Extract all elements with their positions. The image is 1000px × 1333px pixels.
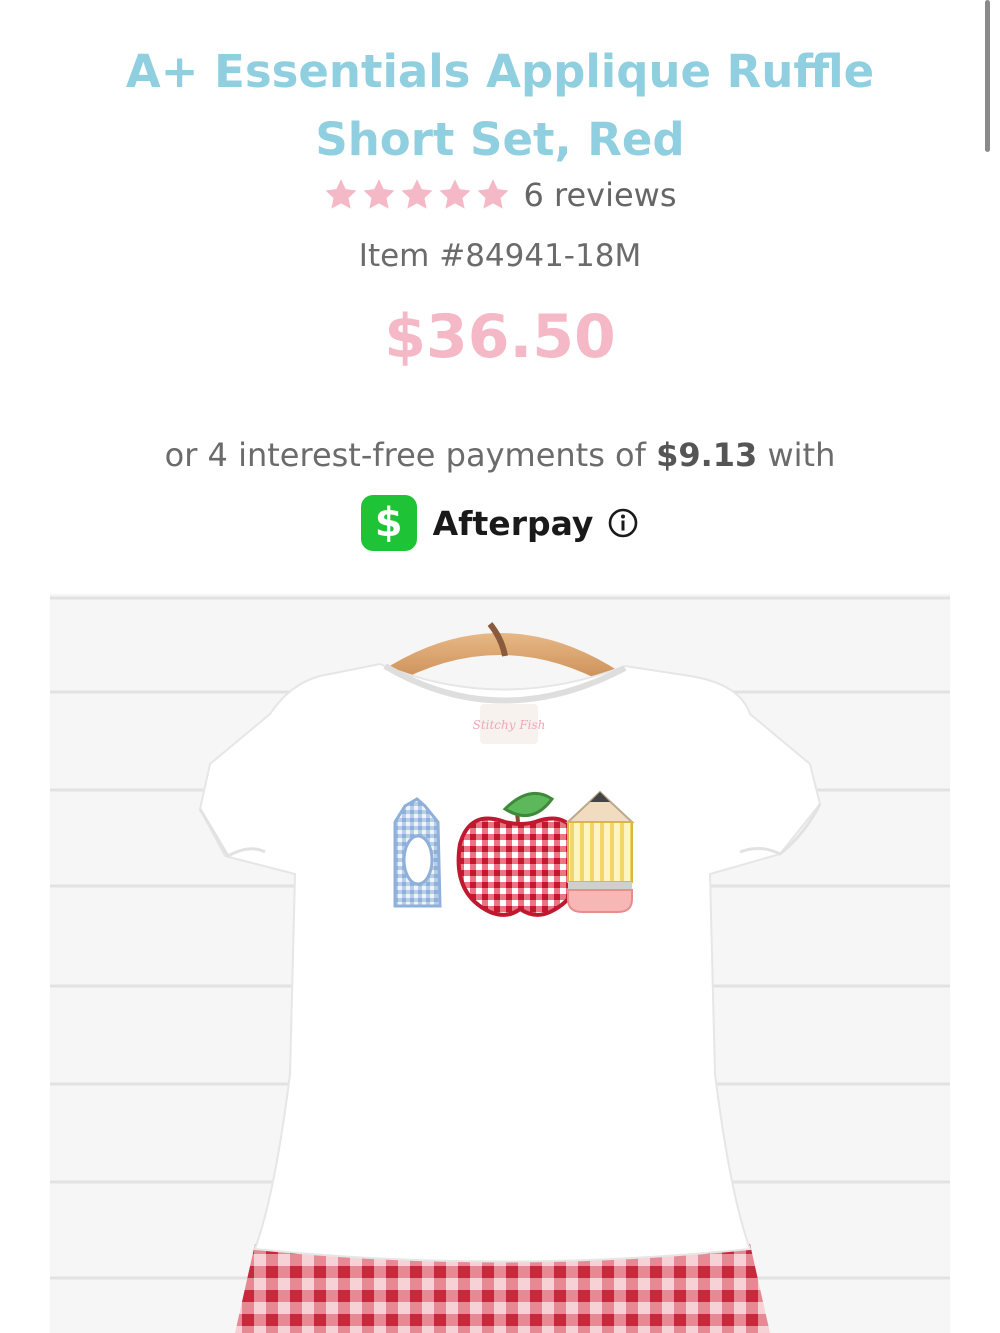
installments-suffix: with <box>767 436 836 474</box>
brand-tag-text: Stitchy Fish <box>473 718 546 732</box>
reviews-link[interactable]: 6 reviews <box>523 176 676 214</box>
star-icon <box>326 179 357 209</box>
star-icon <box>440 179 471 209</box>
product-price: $36.50 <box>384 302 616 372</box>
product-page: A+ Essentials Applique Ruffle Short Set,… <box>0 0 1000 1333</box>
star-icon <box>478 179 509 209</box>
crayon-applique <box>393 797 442 908</box>
info-icon[interactable] <box>607 507 639 539</box>
installment-amount: $9.13 <box>656 436 758 474</box>
rating-row[interactable]: 6 reviews <box>0 176 1000 214</box>
product-photo[interactable]: Stitchy Fish <box>50 594 950 1333</box>
star-icon <box>364 179 395 209</box>
product-title: A+ Essentials Applique Ruffle Short Set,… <box>125 45 875 166</box>
product-photo-illustration: Stitchy Fish <box>50 594 950 1333</box>
installments-text: or 4 interest-free payments of $9.13 wit… <box>0 436 1000 474</box>
afterpay-row[interactable]: $ Afterpay <box>0 495 1000 551</box>
dollar-sign-icon: $ <box>360 495 417 551</box>
star-rating <box>323 177 511 213</box>
star-icon <box>402 179 433 209</box>
scrollbar[interactable] <box>985 0 990 152</box>
installments-prefix: or 4 interest-free payments of <box>164 436 646 474</box>
item-number: Item #84941-18M <box>358 238 642 274</box>
afterpay-label: Afterpay <box>432 503 594 543</box>
